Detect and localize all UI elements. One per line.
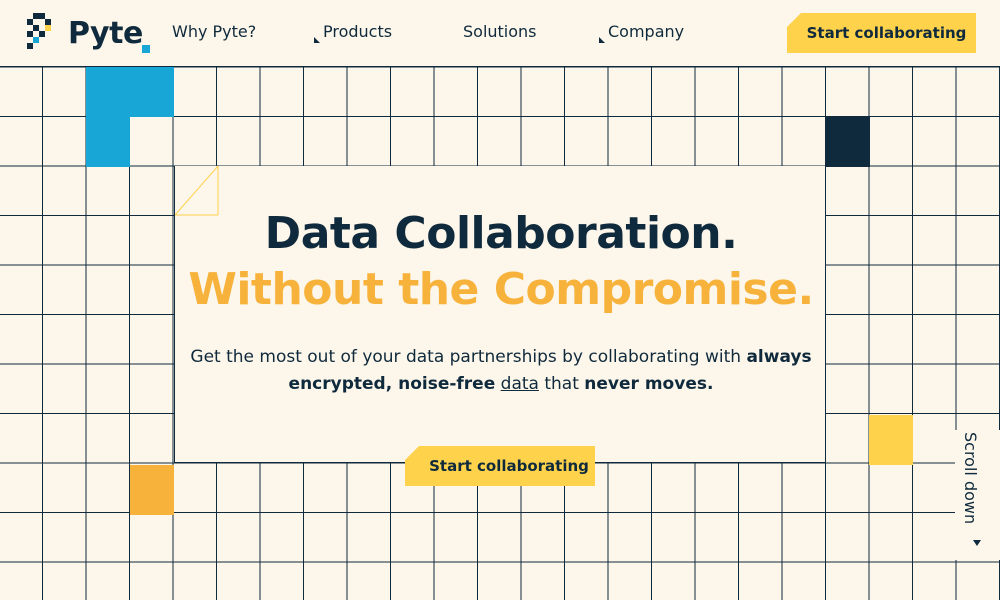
caret-down-icon (973, 540, 981, 546)
grid-cell-blue (130, 67, 174, 117)
nav-company-label: Company (608, 22, 685, 41)
hero-title-line1: Data Collaboration. (264, 208, 738, 259)
folded-corner-icon (405, 446, 419, 460)
hero-cta-wrap: Start collaborating (405, 446, 595, 486)
desc-bold-text: never moves. (584, 374, 714, 394)
brand-dot (142, 45, 150, 53)
nav-why-pyte[interactable]: Why Pyte? (172, 22, 256, 41)
brand-logo[interactable]: Pyte (24, 13, 154, 55)
hero-title-line2: Without the Compromise. (188, 264, 814, 315)
grid-cell-blue (86, 117, 130, 167)
grid-cell-navy (826, 117, 870, 167)
nav-solutions[interactable]: Solutions (463, 22, 537, 41)
nav-products[interactable]: Products (314, 22, 393, 43)
data-link[interactable]: data (501, 374, 539, 394)
pyte-logo-icon (27, 13, 51, 49)
site-header: Pyte Why Pyte? Products Solutions Compan… (0, 0, 1000, 67)
grid-cell-yellow (869, 415, 913, 465)
hero-section: Data Collaboration. Without the Compromi… (174, 166, 826, 463)
scroll-down-label: Scroll down (961, 432, 980, 525)
hero-cta-label: Start collaborating (429, 457, 589, 475)
scroll-down-control[interactable]: Scroll down (955, 430, 1000, 560)
caret-icon (599, 37, 605, 43)
grid-cell-blue (86, 67, 130, 117)
nav-company[interactable]: Company (599, 22, 685, 43)
desc-text: that (538, 374, 585, 394)
brand-name: Pyte (68, 16, 143, 51)
caret-icon (314, 37, 320, 43)
header-start-collaborating-button[interactable]: Start collaborating (787, 13, 976, 53)
folded-corner-icon (787, 13, 801, 27)
hero-start-collaborating-button[interactable]: Start collaborating (405, 446, 595, 486)
desc-text: Get the most out of your data partnershi… (190, 347, 747, 367)
grid-cell-orange (130, 465, 174, 515)
hero-description: Get the most out of your data partnershi… (175, 344, 827, 398)
header-cta-label: Start collaborating (806, 24, 967, 42)
nav-products-label: Products (323, 22, 393, 41)
